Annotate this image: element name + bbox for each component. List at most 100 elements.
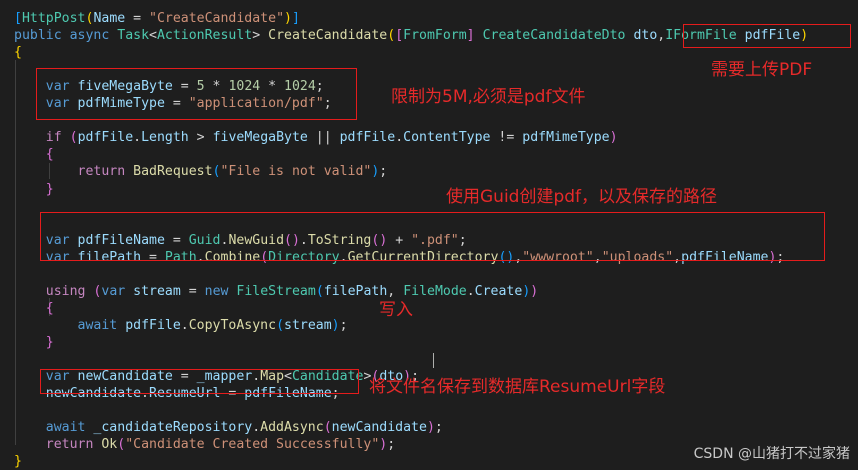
code-token: ] <box>466 28 475 44</box>
code-token: if <box>45 130 62 146</box>
code-line[interactable]: return Ok("Candidate Created Successfull… <box>14 436 395 453</box>
code-token: { <box>45 147 54 163</box>
code-token: using <box>45 283 86 299</box>
code-line[interactable]: } <box>14 453 22 470</box>
code-token: ) <box>331 317 340 333</box>
code-token: { <box>45 300 54 316</box>
code-token: = <box>125 11 150 26</box>
annotation-upload-pdf: 需要上传PDF <box>711 60 813 80</box>
code-token: AddAsync <box>260 420 324 436</box>
code-token: pdfMimeType <box>522 130 610 146</box>
code-token: dto <box>633 28 658 44</box>
code-token: . <box>180 317 189 333</box>
code-token: stream <box>284 317 332 333</box>
highlight-box-size-limit <box>36 68 357 120</box>
code-token: "File is not valid" <box>220 164 372 180</box>
code-line[interactable]: if (pdfFile.Length > fiveMegaByte || pdf… <box>14 129 618 146</box>
code-token: Name <box>93 11 126 26</box>
code-token: . <box>466 283 475 299</box>
code-token: await <box>77 317 118 333</box>
code-token: < <box>149 28 157 44</box>
code-token: Create <box>474 283 523 299</box>
code-line[interactable]: [HttpPost(Name = "CreateCandidate")] <box>14 10 300 27</box>
code-token: [ <box>395 28 404 44</box>
code-token: pdfFile <box>339 130 396 146</box>
code-token: ) <box>426 420 435 436</box>
code-token: BadRequest <box>133 164 213 180</box>
code-token: ) <box>284 11 292 26</box>
code-token: ; <box>339 317 348 333</box>
code-token: fiveMegaByte <box>212 130 308 146</box>
code-token: { <box>14 45 22 61</box>
code-token: = <box>180 283 205 299</box>
code-token: "Candidate Created Successfully" <box>125 437 380 453</box>
code-token: var <box>101 283 126 299</box>
code-token: || <box>307 130 340 146</box>
code-token: . <box>395 130 404 146</box>
code-token: await <box>45 420 86 436</box>
code-token: ( <box>323 420 332 436</box>
code-line[interactable]: await _candidateRepository.AddAsync(newC… <box>14 419 443 436</box>
code-token: } <box>45 181 54 197</box>
code-token: Ok <box>101 437 118 453</box>
code-token: [ <box>14 11 22 26</box>
code-token: CopyToAsync <box>188 317 277 333</box>
code-token: ( <box>387 28 396 44</box>
code-token: public <box>14 28 62 44</box>
annotation-limit-5m: 限制为5M,必须是pdf文件 <box>391 87 586 107</box>
code-token: pdfFile <box>77 130 134 146</box>
code-line[interactable]: { <box>14 300 54 317</box>
text-cursor <box>433 353 434 368</box>
code-token: ) <box>530 283 539 299</box>
code-token: return <box>45 437 94 453</box>
code-token: ] <box>291 11 300 26</box>
code-token: > <box>252 28 269 44</box>
code-token: != <box>490 130 523 146</box>
code-line[interactable]: { <box>14 44 22 61</box>
code-token: CreateCandidate <box>268 28 388 44</box>
code-line[interactable]: using (var stream = new FileStream(fileP… <box>14 283 538 300</box>
code-token: HttpPost <box>21 11 86 26</box>
code-token: } <box>14 454 22 470</box>
code-token: async <box>69 28 110 44</box>
code-token: ( <box>315 283 324 299</box>
watermark: CSDN @山猪打不过家猪 <box>693 446 850 462</box>
code-token: . <box>252 420 261 436</box>
code-token: ) <box>609 130 618 146</box>
code-line[interactable]: } <box>14 334 54 351</box>
code-line[interactable]: await pdfFile.CopyToAsync(stream); <box>14 317 348 334</box>
code-token: } <box>45 334 54 350</box>
code-token: . <box>133 130 142 146</box>
highlight-box-guid-path <box>40 212 825 261</box>
code-token: Length <box>141 130 189 146</box>
code-token: stream <box>133 283 181 299</box>
annotation-write: 写入 <box>379 300 413 320</box>
code-token: "CreateCandidate" <box>149 11 285 26</box>
code-token: pdfFile <box>125 317 181 333</box>
code-token: Task <box>117 28 150 44</box>
code-token: ; <box>379 164 388 180</box>
code-token: filePath <box>323 283 388 299</box>
code-token: > <box>188 130 213 146</box>
code-line[interactable]: } <box>14 181 54 198</box>
code-token: ContentType <box>403 130 491 146</box>
code-token: new <box>204 283 229 299</box>
highlight-box-iformfile <box>683 24 851 48</box>
code-line[interactable]: return BadRequest("File is not valid"); <box>14 163 388 180</box>
code-line[interactable]: { <box>14 146 54 163</box>
